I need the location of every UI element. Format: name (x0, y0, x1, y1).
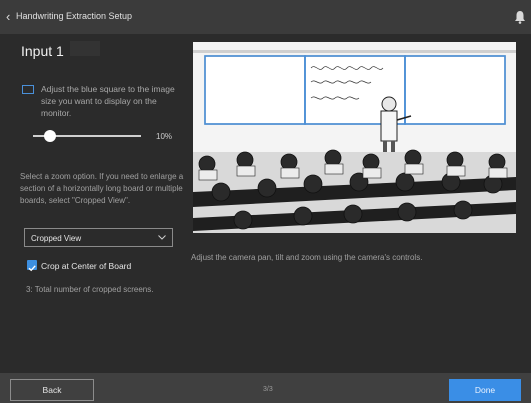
chevron-down-icon (158, 235, 166, 240)
camera-control-hint: Adjust the camera pan, tilt and zoom usi… (191, 253, 423, 262)
window-title: Handwriting Extraction Setup (16, 11, 133, 21)
zoom-slider-thumb[interactable] (44, 130, 56, 142)
done-button[interactable]: Done (449, 379, 521, 401)
chevron-left-icon[interactable]: ‹ (6, 10, 10, 24)
checkmark-icon (28, 265, 36, 272)
bell-icon[interactable] (514, 10, 526, 24)
crop-center-label: Crop at Center of Board (41, 261, 132, 271)
view-mode-value: Cropped View (31, 234, 82, 243)
camera-preview (193, 42, 516, 233)
page-title: Input 1 (21, 43, 64, 59)
view-mode-select[interactable]: Cropped View (24, 228, 173, 247)
zoom-value: 10% (156, 132, 173, 141)
page-indicator: 3/3 (263, 386, 273, 393)
title-bar: ‹ Handwriting Extraction Setup (0, 0, 531, 34)
back-button[interactable]: Back (10, 379, 94, 401)
zoom-slider[interactable] (33, 129, 141, 143)
crop-center-checkbox[interactable] (27, 260, 37, 272)
crop-count-text: 3: Total number of cropped screens. (26, 285, 154, 294)
zoom-option-hint: Select a zoom option. If you need to enl… (20, 172, 184, 205)
crop-size-hint: Adjust the blue square to the image size… (41, 84, 175, 118)
classroom-illustration (193, 42, 516, 233)
crop-frame-legend (22, 85, 34, 94)
input-name-field[interactable] (70, 41, 100, 56)
